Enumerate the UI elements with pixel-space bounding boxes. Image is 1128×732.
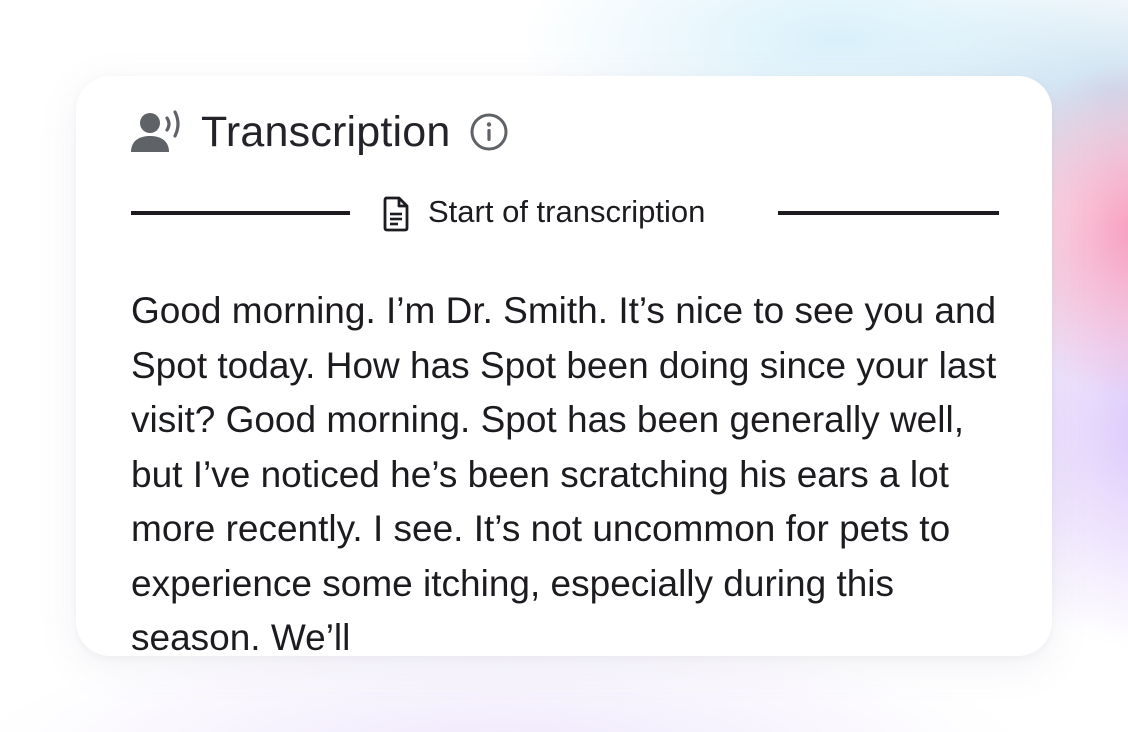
transcription-start-divider: Start of transcription	[131, 192, 999, 234]
divider-label: Start of transcription	[428, 194, 706, 229]
card-title: Transcription	[201, 107, 451, 156]
divider-line-left	[131, 211, 350, 215]
info-icon[interactable]	[469, 112, 509, 152]
transcription-card: Transcription Start of transcription Goo…	[76, 76, 1052, 656]
transcript-text: Good morning. I’m Dr. Smith. It’s nice t…	[131, 290, 997, 656]
document-icon	[383, 196, 409, 232]
record-voice-icon	[131, 110, 180, 152]
divider-line-right	[778, 211, 999, 215]
card-header: Transcription	[131, 106, 509, 158]
